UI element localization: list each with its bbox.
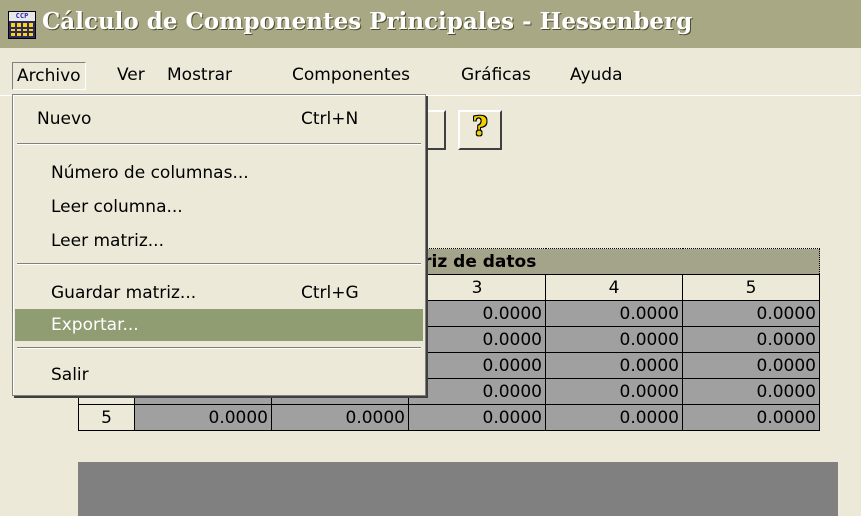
menu-archivo[interactable]: Archivo [12, 62, 86, 90]
menu-graficas[interactable]: Gráficas [457, 62, 535, 88]
menu-item-guardar-matriz[interactable]: Guardar matriz... Ctrl+G [15, 277, 423, 309]
app-icon[interactable]: CCP [8, 11, 36, 39]
archivo-dropdown-menu: Nuevo Ctrl+N Número de columnas... Leer … [12, 94, 426, 396]
menu-item-leer-columna[interactable]: Leer columna... [15, 191, 423, 223]
grid-cell[interactable]: 0.0000 [545, 352, 683, 379]
title-bar[interactable]: CCP Cálculo de Componentes Principales -… [0, 0, 861, 48]
table-row: 5 0.0000 0.0000 0.0000 0.0000 0.0000 [78, 404, 820, 431]
grid-cell[interactable]: 0.0000 [408, 404, 546, 431]
grid-cell[interactable]: 0.0000 [545, 326, 683, 353]
grid-icon [11, 23, 33, 36]
grid-cell[interactable]: 0.0000 [408, 352, 546, 379]
menu-item-label: Guardar matriz... [51, 283, 197, 303]
menu-item-leer-matriz[interactable]: Leer matriz... [15, 225, 423, 257]
grid-caption: triz de datos [408, 248, 820, 275]
menu-item-numero-columnas[interactable]: Número de columnas... [15, 157, 423, 189]
app-icon-label: CCP [9, 12, 35, 21]
help-button[interactable]: ? [458, 110, 502, 150]
grid-cell[interactable]: 0.0000 [408, 378, 546, 405]
grid-cell[interactable]: 0.0000 [271, 404, 409, 431]
grid-cell[interactable]: 0.0000 [682, 352, 820, 379]
grid-cell[interactable]: 0.0000 [545, 300, 683, 327]
grid-background [78, 462, 838, 516]
menu-separator [17, 347, 421, 349]
window-title: Cálculo de Componentes Principales - Hes… [42, 8, 693, 35]
column-header[interactable]: 5 [682, 274, 820, 301]
menu-item-salir[interactable]: Salir [15, 359, 423, 391]
menu-mostrar[interactable]: Mostrar [163, 62, 236, 88]
grid-cell[interactable]: 0.0000 [682, 404, 820, 431]
row-header[interactable]: 5 [78, 404, 135, 431]
grid-cell[interactable]: 0.0000 [408, 326, 546, 353]
menu-item-nuevo[interactable]: Nuevo Ctrl+N [15, 103, 423, 135]
question-mark-icon: ? [472, 112, 488, 142]
grid-cell[interactable]: 0.0000 [134, 404, 272, 431]
menu-ayuda[interactable]: Ayuda [566, 62, 627, 88]
grid-cell[interactable]: 0.0000 [682, 300, 820, 327]
column-header[interactable]: 3 [408, 274, 546, 301]
grid-cell[interactable]: 0.0000 [682, 378, 820, 405]
column-header[interactable]: 4 [545, 274, 683, 301]
menu-bar: Archivo Ver Mostrar Componentes Gráficas… [0, 56, 861, 92]
grid-cell[interactable]: 0.0000 [545, 378, 683, 405]
menu-item-label: Nuevo [37, 109, 92, 129]
menu-ver[interactable]: Ver [113, 62, 149, 88]
toolbar-button[interactable] [426, 110, 446, 150]
grid-cell[interactable]: 0.0000 [682, 326, 820, 353]
grid-cell[interactable]: 0.0000 [408, 300, 546, 327]
grid-cell[interactable]: 0.0000 [545, 404, 683, 431]
menu-item-exportar[interactable]: Exportar... [15, 309, 423, 341]
menu-componentes[interactable]: Componentes [288, 62, 414, 88]
menu-separator [17, 143, 421, 145]
menu-item-shortcut: Ctrl+N [301, 109, 359, 129]
menu-separator [17, 263, 421, 265]
menu-item-shortcut: Ctrl+G [301, 283, 359, 303]
